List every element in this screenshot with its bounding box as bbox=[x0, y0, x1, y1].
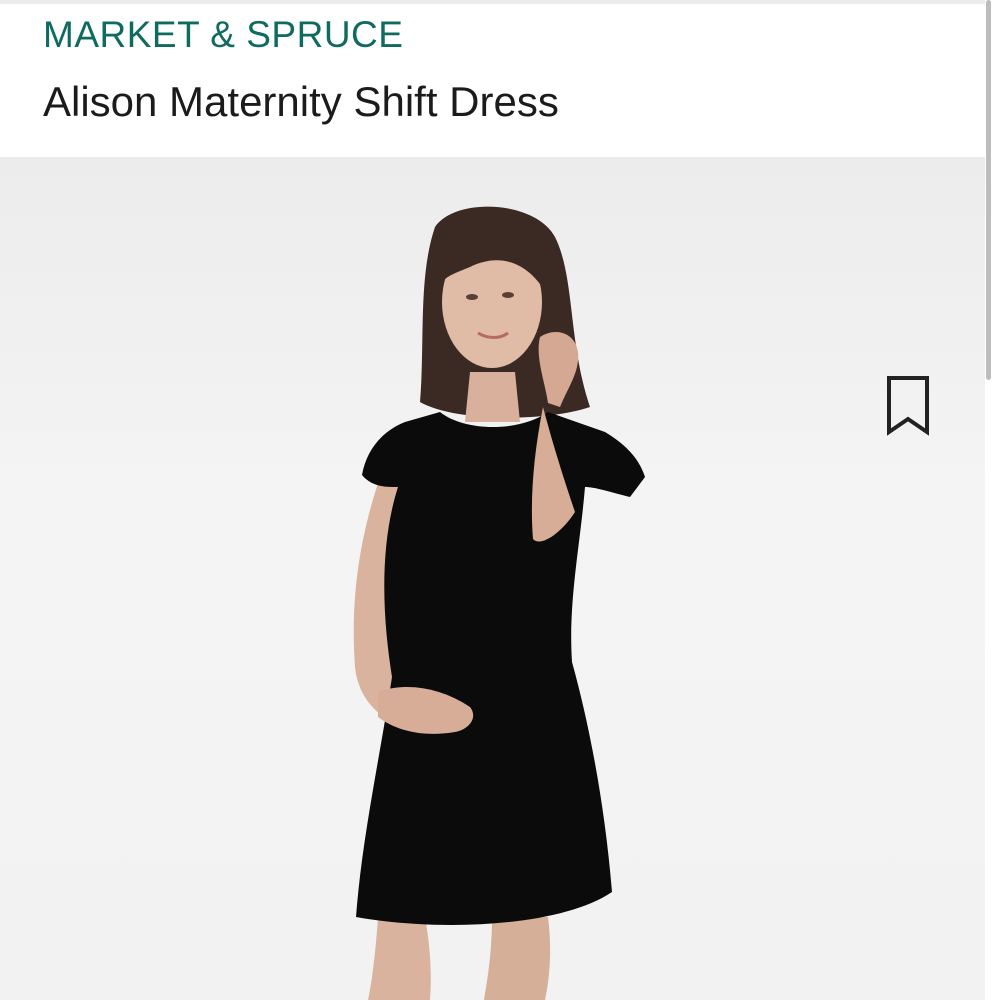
product-title: Alison Maternity Shift Dress bbox=[43, 78, 559, 125]
model-illustration bbox=[353, 206, 645, 1000]
product-header: MARKET & SPRUCE Alison Maternity Shift D… bbox=[0, 4, 985, 157]
brand-name[interactable]: MARKET & SPRUCE bbox=[43, 16, 403, 53]
product-image[interactable] bbox=[0, 157, 985, 1000]
scrollbar[interactable] bbox=[986, 0, 991, 380]
bookmark-icon[interactable] bbox=[884, 374, 932, 438]
product-page: MARKET & SPRUCE Alison Maternity Shift D… bbox=[0, 0, 1000, 1000]
